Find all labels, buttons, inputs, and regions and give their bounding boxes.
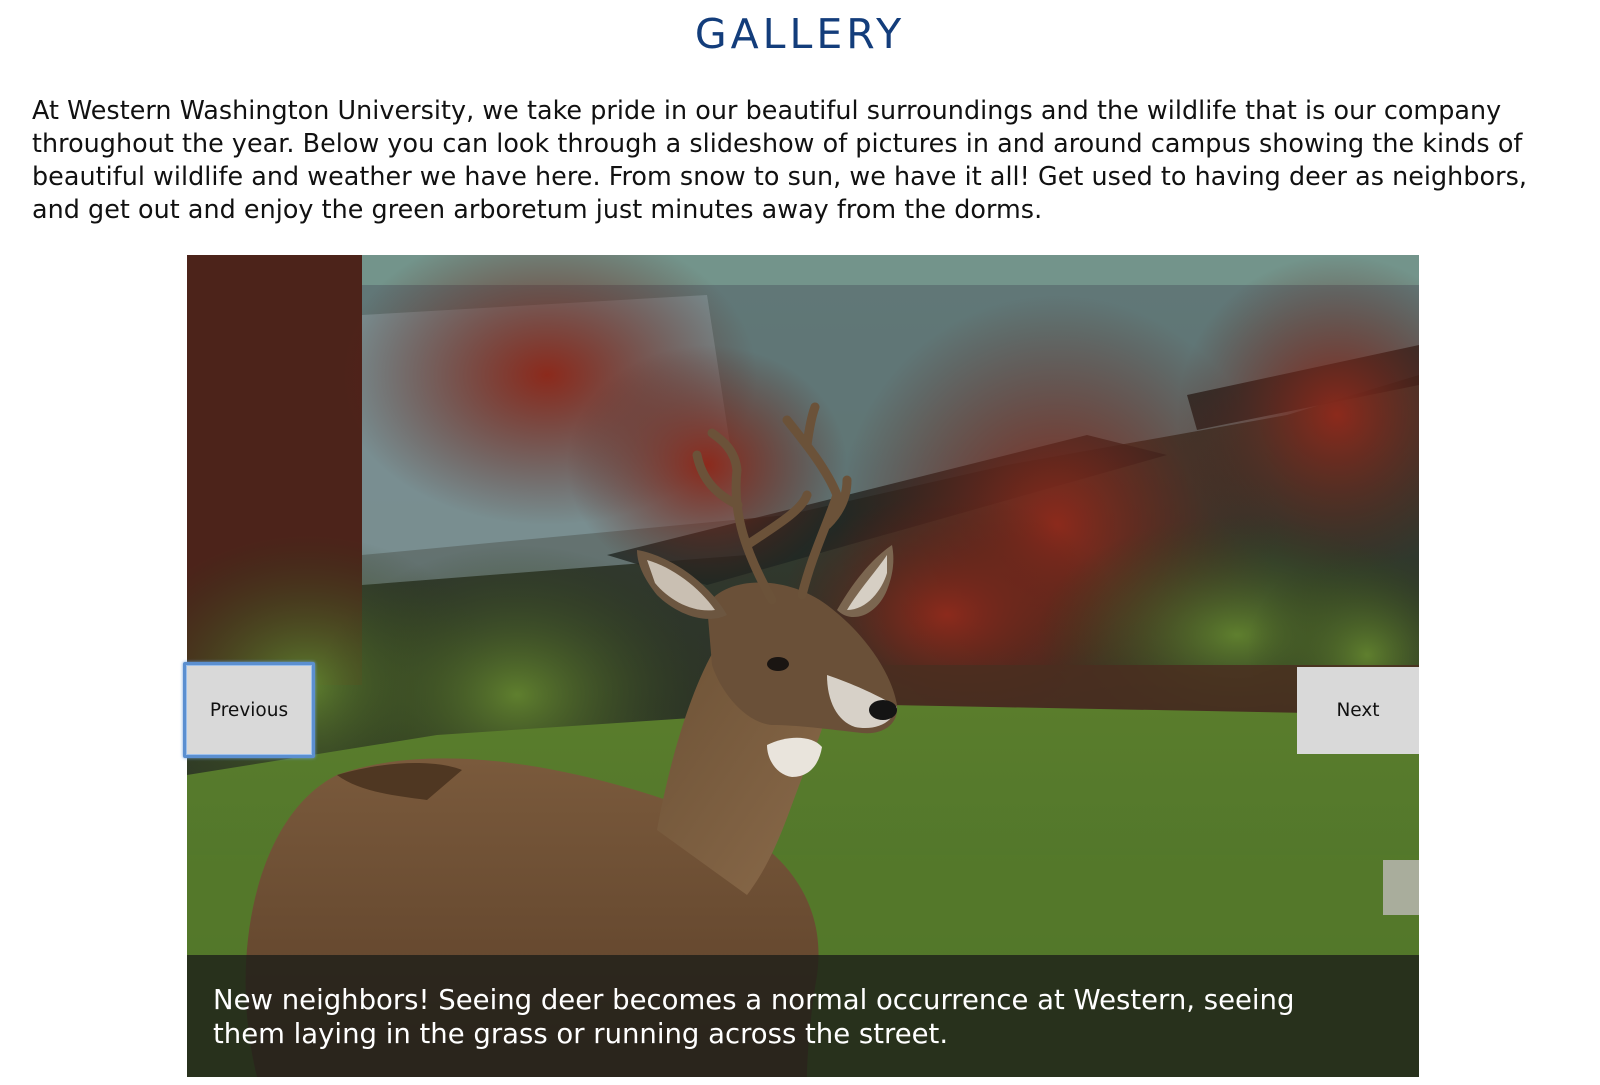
next-button[interactable]: Next	[1297, 667, 1419, 754]
slideshow: New neighbors! Seeing deer becomes a nor…	[187, 255, 1419, 1077]
previous-button[interactable]: Previous	[183, 662, 315, 758]
slide-caption: New neighbors! Seeing deer becomes a nor…	[213, 984, 1295, 1050]
slide-caption-bar: New neighbors! Seeing deer becomes a nor…	[187, 955, 1419, 1077]
intro-paragraph: At Western Washington University, we tak…	[32, 95, 1527, 224]
page-title: GALLERY	[694, 10, 906, 58]
deer-photo	[187, 255, 1419, 1077]
